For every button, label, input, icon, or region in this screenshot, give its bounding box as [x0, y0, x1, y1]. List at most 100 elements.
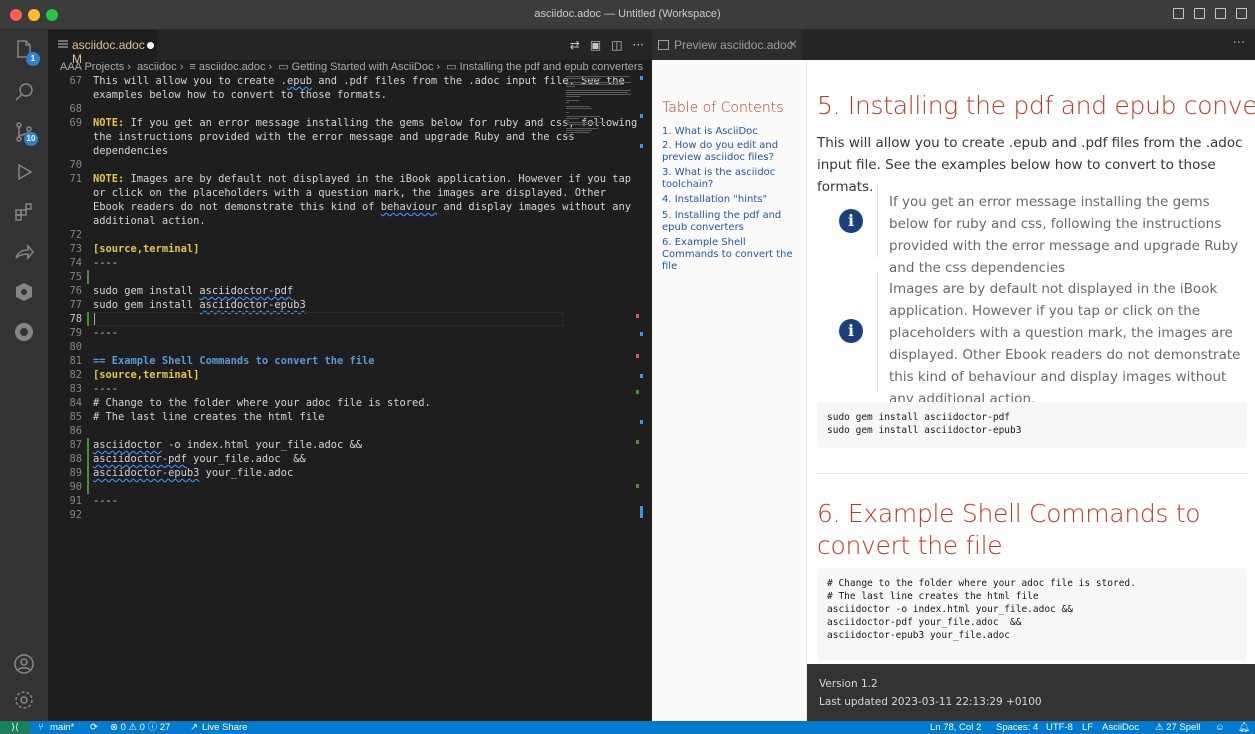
- line-text: asciidoctor-pdf your_file.adoc &&: [93, 453, 306, 465]
- extensions-icon[interactable]: [12, 200, 36, 224]
- code-line[interactable]: 70: [48, 158, 564, 172]
- more-actions-icon[interactable]: ···: [633, 38, 644, 52]
- language-mode[interactable]: AsciiDoc: [1102, 721, 1139, 734]
- breadcrumb-item[interactable]: asciidoc: [137, 61, 177, 73]
- spell-check[interactable]: ⚠ 27 Spell: [1155, 721, 1201, 734]
- line-number: 80: [69, 341, 82, 353]
- split-editor-icon[interactable]: ◫: [611, 38, 622, 52]
- minimap-line: [566, 124, 594, 125]
- info-icon: i: [839, 319, 863, 343]
- code-line[interactable]: 80: [48, 340, 564, 354]
- code-line[interactable]: 69 NOTE: If you get an error message inst…: [48, 116, 637, 130]
- code-line[interactable]: 86: [48, 424, 564, 438]
- preview-content: 5. Installing the pdf and epub converter…: [807, 60, 1255, 721]
- code-line[interactable]: 92: [48, 508, 564, 522]
- toc-link[interactable]: 3. What is the asciidoc toolchain?: [662, 167, 804, 191]
- line-text: This will allow you to create .epub and …: [93, 75, 625, 87]
- code-line[interactable]: 79 ----: [48, 326, 564, 340]
- git-added-marker: [87, 452, 89, 466]
- git-added-marker: [87, 466, 89, 480]
- scroll-mark: [636, 314, 639, 318]
- settings-gear-icon[interactable]: [12, 688, 36, 712]
- search-icon[interactable]: [12, 80, 36, 104]
- end-of-line[interactable]: LF: [1082, 721, 1093, 734]
- code-line[interactable]: 68: [48, 102, 564, 116]
- feedback-icon[interactable]: ☺: [1215, 721, 1225, 734]
- toggle-sidebar-icon[interactable]: [1173, 8, 1184, 19]
- close-tab-icon[interactable]: ×: [788, 37, 798, 51]
- code-line[interactable]: 83 ----: [48, 382, 564, 396]
- line-text: ----: [93, 327, 119, 339]
- breadcrumb-separator-icon: ›: [179, 61, 184, 73]
- code-line[interactable]: 90: [48, 480, 564, 494]
- live-share-button[interactable]: Live Share: [202, 721, 247, 734]
- tab-preview-asciidoc[interactable]: Preview asciidoc.adoc ×: [652, 30, 802, 60]
- source-control-badge: 10: [24, 132, 38, 146]
- open-preview-side-icon[interactable]: ▣: [590, 38, 601, 52]
- code-line[interactable]: 73 [source,terminal]: [48, 242, 564, 256]
- toc-link[interactable]: 2. How do you edit and preview asciidoc …: [662, 140, 804, 164]
- toc-link[interactable]: 4. Installation "hints": [662, 194, 804, 206]
- line-number: 71: [69, 173, 82, 185]
- line-text: [source,terminal]: [93, 369, 200, 381]
- remote-indicator-icon[interactable]: ⟩⟨: [0, 721, 30, 734]
- code-line[interactable]: 84 # Change to the folder where your adoc…: [48, 396, 564, 410]
- cursor-position[interactable]: Ln 78, Col 2: [930, 721, 981, 734]
- breadcrumb-item[interactable]: Getting Started with AsciiDoc: [292, 61, 434, 73]
- code-line[interactable]: 74 ----: [48, 256, 564, 270]
- line-text: Ebook readers do not demonstrate this ki…: [93, 201, 632, 213]
- toc-link[interactable]: 1. What is AsciiDoc: [662, 126, 804, 138]
- code-line[interactable]: 87 asciidoctor -o index.html your_file.ad…: [48, 438, 564, 452]
- minimap[interactable]: [566, 74, 638, 721]
- minimap-line: [566, 106, 590, 107]
- notifications-bell-icon[interactable]: 🔔︎: [1238, 721, 1250, 734]
- encoding[interactable]: UTF-8: [1046, 721, 1073, 734]
- run-debug-icon[interactable]: [12, 160, 36, 184]
- code-line[interactable]: 82 [source,terminal]: [48, 368, 564, 382]
- toc-link[interactable]: 6. Example Shell Commands to convert the…: [662, 237, 804, 273]
- code-line[interactable]: 76 sudo gem install asciidoctor-pdf: [48, 284, 564, 298]
- editor-scrollbar[interactable]: [636, 74, 652, 721]
- code-line[interactable]: 75: [48, 270, 564, 284]
- problems-indicator[interactable]: ⊗ 0 ⚠ 0 ⓘ 27: [110, 721, 170, 734]
- code-line[interactable]: 85 # The last line creates the html file: [48, 410, 564, 424]
- code-line[interactable]: 81 == Example Shell Commands to convert t…: [48, 354, 564, 368]
- code-line[interactable]: 91 ----: [48, 494, 564, 508]
- code-editor[interactable]: 67 This will allow you to create .epub an…: [48, 74, 637, 721]
- code-line[interactable]: 77 sudo gem install asciidoctor-epub3: [48, 298, 564, 312]
- remote-explorer-icon[interactable]: [12, 320, 36, 344]
- code-line[interactable]: 78: [48, 312, 564, 326]
- code-line[interactable]: 71 NOTE: Images are by default not displa…: [48, 172, 631, 186]
- code-line[interactable]: examples below how to convert to those f…: [48, 88, 564, 102]
- code-line[interactable]: 67 This will allow you to create .epub an…: [48, 74, 624, 88]
- breadcrumb-item[interactable]: Installing the pdf and epub converters: [460, 61, 643, 73]
- account-icon[interactable]: [12, 652, 36, 676]
- customize-layout-icon[interactable]: [1236, 8, 1247, 19]
- breadcrumb-item[interactable]: asciidoc.adoc: [199, 61, 266, 73]
- code-line[interactable]: or click on the placeholders with a ques…: [48, 186, 606, 200]
- code-line[interactable]: 72: [48, 228, 564, 242]
- git-branch[interactable]: main*: [50, 721, 74, 734]
- minimap-line: [566, 132, 590, 133]
- code-line[interactable]: 88 asciidoctor-pdf your_file.adoc &&: [48, 452, 564, 466]
- toc-link[interactable]: 5. Installing the pdf and epub converter…: [662, 210, 804, 234]
- compare-changes-icon[interactable]: ⇄: [570, 38, 580, 52]
- line-number: 77: [69, 299, 82, 311]
- breadcrumb-item[interactable]: AAA Projects: [60, 61, 124, 73]
- code-line[interactable]: the instructions provided with the error…: [48, 130, 575, 144]
- indentation[interactable]: Spaces: 4: [996, 721, 1038, 734]
- code-line[interactable]: Ebook readers do not demonstrate this ki…: [48, 200, 631, 214]
- toggle-panel-icon[interactable]: [1194, 8, 1205, 19]
- sync-icon[interactable]: ⟳: [90, 721, 98, 734]
- more-actions-icon[interactable]: ···: [1233, 36, 1245, 51]
- table-of-contents: Table of Contents 1. What is AsciiDoc 2.…: [652, 60, 807, 721]
- modified-dot-icon[interactable]: [147, 42, 154, 49]
- code-line[interactable]: 89 asciidoctor-epub3 your_file.adoc: [48, 466, 564, 480]
- minimap-line: [566, 118, 579, 119]
- kubernetes-icon[interactable]: [12, 280, 36, 304]
- live-share-icon[interactable]: [12, 240, 36, 264]
- code-line[interactable]: dependencies: [48, 144, 564, 158]
- code-line[interactable]: additional action.: [48, 214, 564, 228]
- toggle-secondary-sidebar-icon[interactable]: [1215, 8, 1226, 19]
- tab-asciidoc-adoc[interactable]: asciidoc.adoc M: [48, 30, 158, 66]
